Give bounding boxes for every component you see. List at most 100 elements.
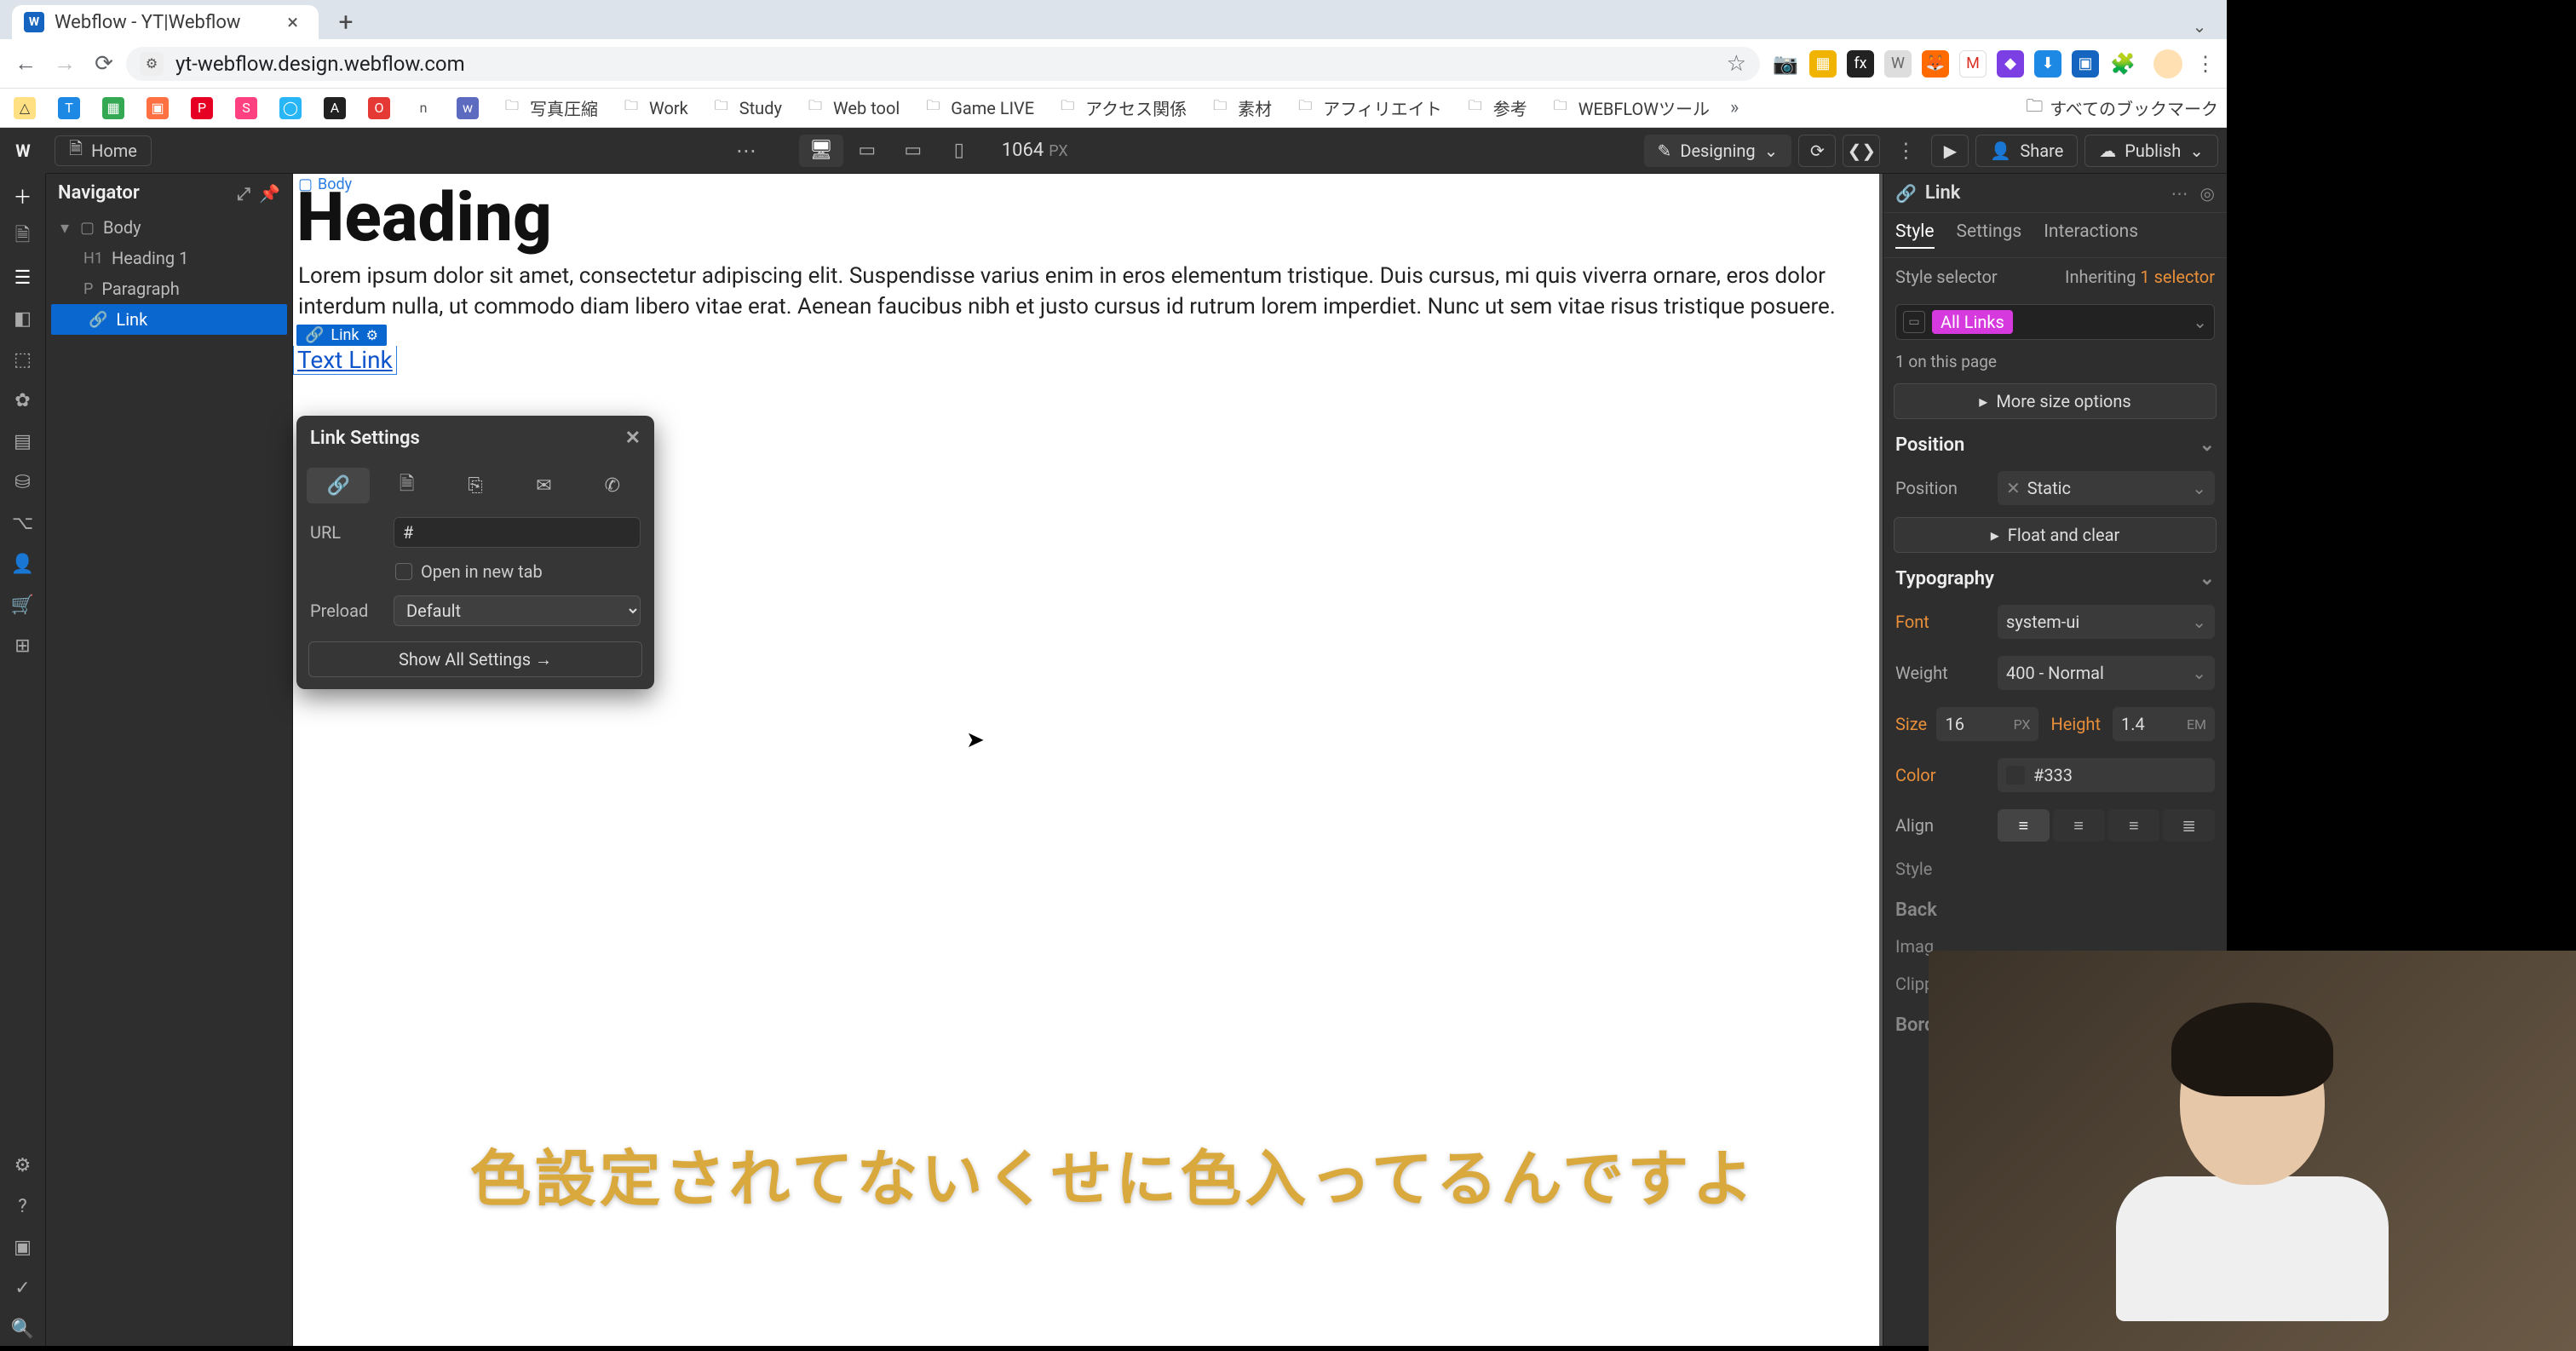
profile-avatar[interactable] [2153,49,2182,78]
bookmark-overflow-icon[interactable]: » [1730,97,1739,118]
open-new-tab-checkbox[interactable] [395,563,412,580]
link-type-phone-icon[interactable]: ✆ [581,468,644,503]
add-element-icon[interactable]: ＋ [6,179,40,213]
extension-icon[interactable]: fx [1847,50,1874,78]
link-type-page-icon[interactable]: 🗎 [375,468,438,503]
settings-gear-icon[interactable]: ⚙ [6,1148,40,1182]
video-icon[interactable]: ▣ [6,1230,40,1264]
bp-desktop-icon[interactable]: 🖥 [799,135,843,167]
more-size-options-button[interactable]: ▸ More size options [1894,383,2217,419]
extension-icon[interactable]: W [1884,50,1912,78]
search-icon[interactable]: 🔍 [6,1312,40,1346]
bookmark-item[interactable]: ▣ [141,94,174,123]
extensions-puzzle-icon[interactable]: 🧩 [2109,50,2136,78]
bookmark-star-icon[interactable]: ☆ [1727,51,1746,77]
tab-close-icon[interactable]: × [287,10,298,34]
bookmark-folder[interactable]: 🗀Web tool [799,94,905,123]
align-left-icon[interactable]: ≡ [1998,809,2050,842]
navigator-icon[interactable]: ☰ [6,261,40,295]
styles-icon[interactable]: ✿ [6,383,40,417]
back-button[interactable]: ← [9,47,43,81]
bookmark-folder[interactable]: 🗀Work [615,94,693,123]
bookmark-folder[interactable]: 🗀写真圧縮 [496,92,603,124]
tree-heading1[interactable]: H1Heading 1 [46,243,292,273]
help-icon[interactable]: ? [6,1189,40,1223]
tab-overflow-icon[interactable]: ⌄ [2182,14,2217,39]
screenshot-ext-icon[interactable]: 📷 [1772,50,1799,78]
cms-icon[interactable]: ⛁ [6,465,40,499]
bookmark-folder[interactable]: 🗀WEBFLOWツール [1544,92,1715,124]
download-ext-icon[interactable]: ⬇ [2034,50,2061,78]
audit-icon[interactable]: ✓ [6,1271,40,1305]
bookmark-folder[interactable]: 🗀参考 [1459,92,1532,124]
align-center-icon[interactable]: ≡ [2053,809,2105,842]
ecommerce-icon[interactable]: 🛒 [6,588,40,622]
extension-icon[interactable]: ◆ [1997,50,2024,78]
lineheight-field[interactable]: 1.4EM [2113,707,2215,741]
share-button[interactable]: 👤 Share [1975,135,2078,167]
webflow-logo-icon[interactable]: W [0,128,46,174]
bookmark-item[interactable]: △ [9,94,41,123]
bookmark-item[interactable]: ◯ [274,94,307,123]
extension-icon[interactable]: ▦ [1809,50,1837,78]
section-position[interactable]: Position⌄ [1883,423,2227,463]
code-icon[interactable]: ❮❯ [1843,135,1880,167]
bookmark-folder[interactable]: 🗀アクセス関係 [1051,92,1192,124]
bookmark-item[interactable]: A [319,94,351,123]
canvas-text-link[interactable]: Text Link [293,346,397,375]
page-menu-icon[interactable]: ⋯ [727,139,765,163]
preview-play-icon[interactable]: ▶ [1931,135,1969,167]
browser-tab[interactable]: W Webflow - YT|Webflow × [12,5,319,39]
link-type-email-icon[interactable]: ✉ [512,468,575,503]
pin-icon[interactable]: 📌 [259,183,280,204]
bp-tablet-icon[interactable]: ▭ [845,135,889,167]
reset-icon[interactable]: ✕ [2006,478,2021,498]
align-justify-icon[interactable]: ≣ [2163,809,2215,842]
bookmark-item[interactable]: S [230,94,262,123]
mode-designing[interactable]: ✎ Designing ⌄ [1644,135,1792,167]
float-clear-button[interactable]: ▸ Float and clear [1894,517,2217,553]
gear-icon[interactable]: ⚙ [366,327,378,343]
collapse-icon[interactable]: ⤢ [237,183,250,204]
preload-select[interactable]: Default [394,595,641,626]
bookmark-folder[interactable]: 🗀Game LIVE [917,94,1039,123]
bookmark-folder[interactable]: 🗀Study [705,94,787,123]
canvas-paragraph[interactable]: Lorem ipsum dolor sit amet, consectetur … [293,261,1879,323]
address-bar[interactable]: ⚙ yt-webflow.design.webflow.com ☆ [126,47,1760,81]
align-right-icon[interactable]: ≡ [2108,809,2160,842]
url-input[interactable] [394,517,641,548]
canvas-heading[interactable]: Heading [293,177,1879,257]
all-bookmarks[interactable]: 🗀すべてのブックマーク [2026,94,2218,123]
link-type-section-icon[interactable]: ⎘ [444,468,507,503]
section-typography[interactable]: Typography⌄ [1883,556,2227,596]
bookmark-folder[interactable]: 🗀素材 [1204,92,1277,124]
gmail-ext-icon[interactable]: M [1959,50,1987,78]
font-field[interactable]: system-ui⌄ [1998,605,2215,639]
variables-icon[interactable]: ⬚ [6,342,40,377]
publish-button[interactable]: ☁ Publish ⌄ [2084,135,2218,167]
bp-landscape-icon[interactable]: ▭ [891,135,935,167]
users-icon[interactable]: 👤 [6,547,40,581]
bookmark-item[interactable]: ▦ [97,94,129,123]
focus-icon[interactable]: ◎ [2200,183,2215,204]
logic-icon[interactable]: ⌥ [6,506,40,540]
show-all-settings-button[interactable]: Show All Settings → [308,641,642,677]
link-type-url-icon[interactable]: 🔗 [307,468,370,503]
sync-icon[interactable]: ⟳ [1798,135,1836,167]
home-button[interactable]: 🗎 Home [55,135,152,166]
size-field[interactable]: 16PX [1936,707,2038,741]
pages-icon[interactable]: 🗎 [6,220,40,254]
tree-paragraph[interactable]: PParagraph [46,273,292,304]
bookmark-item[interactable]: n [407,94,440,123]
bookmark-item[interactable]: P [186,94,218,123]
chevron-down-icon[interactable]: ⌄ [2193,312,2207,332]
tree-link[interactable]: 🔗Link [51,304,287,335]
selection-chip[interactable]: 🔗 Link ⚙ [296,325,387,346]
tab-settings[interactable]: Settings [1957,221,2022,249]
more-icon[interactable]: ⋯ [2171,183,2188,204]
browser-menu-icon[interactable]: ⋮ [2193,47,2218,81]
selector-pill[interactable]: All Links [1932,310,2013,334]
bookmark-folder[interactable]: 🗀アフィリエイト [1289,92,1447,124]
assets-icon[interactable]: ▤ [6,424,40,458]
weight-field[interactable]: 400 - Normal⌄ [1998,656,2215,690]
